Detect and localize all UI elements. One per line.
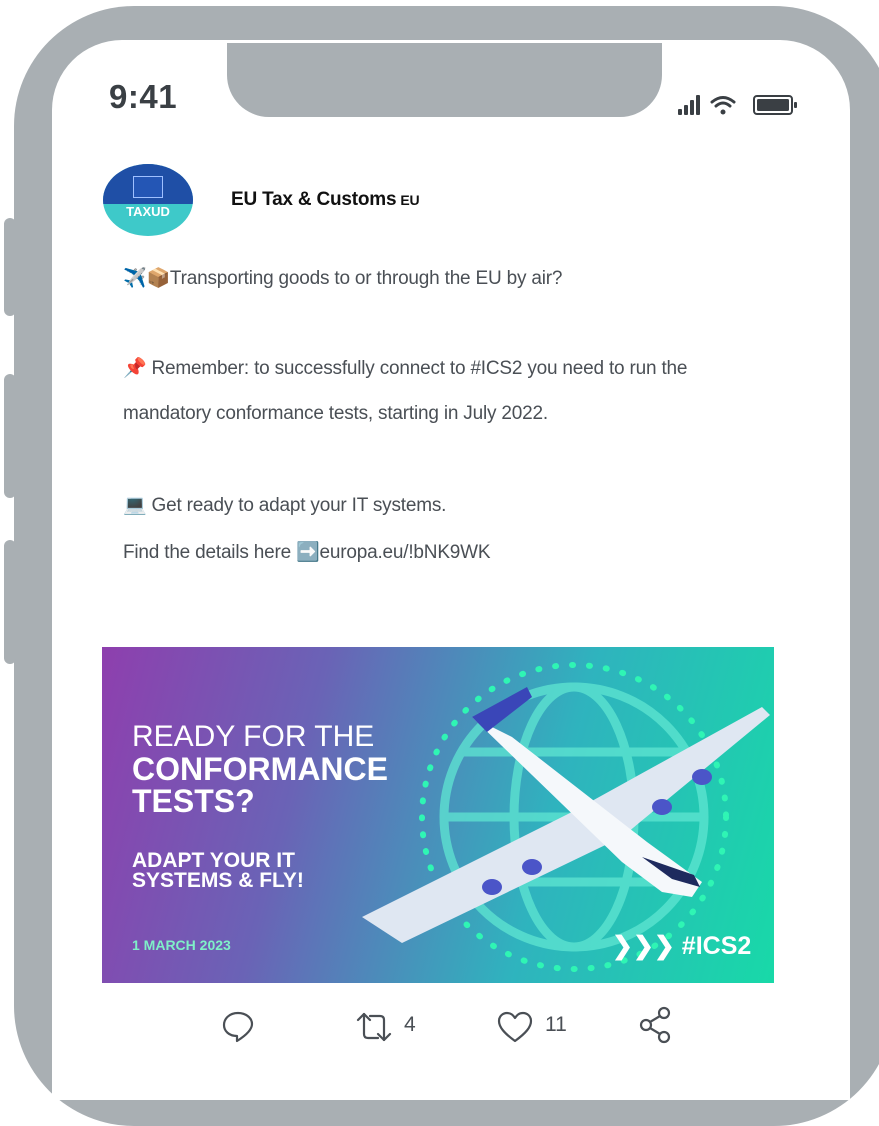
avatar[interactable]: TAXUD xyxy=(103,164,193,236)
account-name-suffix: EU xyxy=(400,192,420,208)
wifi-icon xyxy=(710,96,736,115)
signal-icon xyxy=(678,95,700,115)
reply-icon[interactable] xyxy=(220,1008,256,1044)
phone-side-button xyxy=(4,540,16,664)
phone-side-button xyxy=(4,218,16,316)
banner-hashtag: ❯❯❯ #ICS2 xyxy=(612,932,752,960)
like-count: 11 xyxy=(545,1013,567,1036)
heart-icon[interactable] xyxy=(496,1010,534,1044)
share-icon[interactable] xyxy=(638,1006,674,1044)
tweet-line-4: 💻 Get ready to adapt your IT systems. xyxy=(123,495,447,516)
banner-line-2: CONFORMANCE xyxy=(132,751,388,787)
banner-line-5: SYSTEMS & FLY! xyxy=(132,869,304,892)
eu-flag-icon xyxy=(133,176,163,198)
tweet-line-3: mandatory conformance tests, starting in… xyxy=(123,403,548,424)
banner-date: 1 MARCH 2023 xyxy=(132,937,231,953)
retweet-count: 4 xyxy=(404,1013,416,1036)
phone-notch xyxy=(227,43,662,117)
tweet-image[interactable]: READY FOR THE CONFORMANCE TESTS? ADAPT Y… xyxy=(102,647,774,983)
tweet-line-5[interactable]: Find the details here ➡️europa.eu/!bNK9W… xyxy=(123,540,491,564)
tweet-line-2: 📌 Remember: to successfully connect to #… xyxy=(123,358,688,379)
account-name[interactable]: EU Tax & Customs EU xyxy=(231,189,420,211)
battery-icon xyxy=(753,95,797,115)
account-name-text: EU Tax & Customs xyxy=(231,189,397,210)
banner-line-4: ADAPT YOUR IT xyxy=(132,849,295,872)
status-icons xyxy=(678,95,797,115)
retweet-icon[interactable] xyxy=(354,1010,394,1044)
phone-side-button xyxy=(4,374,16,498)
banner-line-3: TESTS? xyxy=(132,783,255,819)
banner-line-1: READY FOR THE xyxy=(132,720,375,753)
avatar-label: TAXUD xyxy=(126,204,170,219)
tweet-line-1: ✈️📦Transporting goods to or through the … xyxy=(123,268,563,289)
status-time: 9:41 xyxy=(109,78,178,115)
